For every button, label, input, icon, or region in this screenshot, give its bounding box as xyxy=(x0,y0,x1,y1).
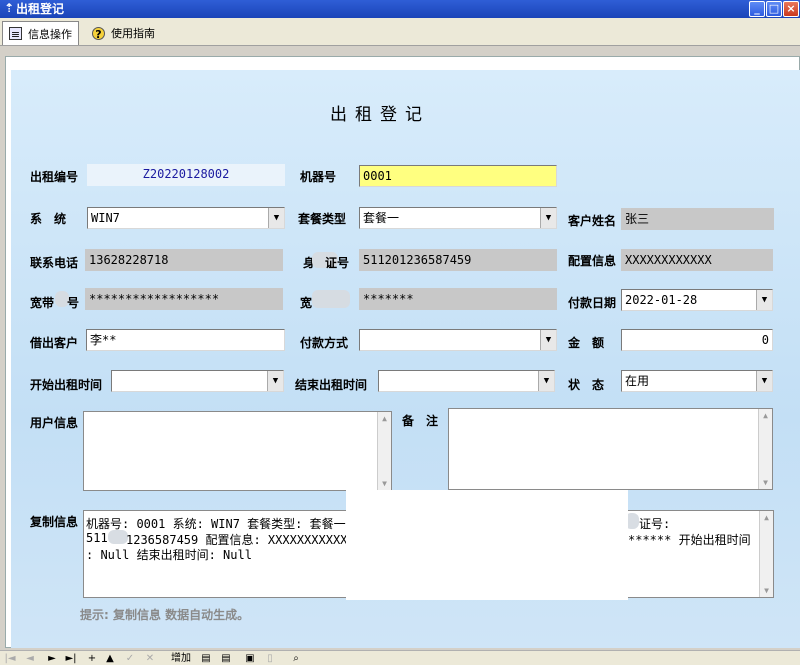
copy-info-label: 复制信息 xyxy=(30,515,79,529)
copy-info-line2c: ****** 开始出租时间 xyxy=(628,533,751,547)
phone-label: 联系电话 xyxy=(30,256,79,270)
rental-no-field[interactable]: Z20220128002 xyxy=(87,164,285,186)
chevron-down-icon[interactable]: ▼ xyxy=(268,208,284,228)
scroll-up-icon[interactable]: ▲ xyxy=(759,409,772,422)
first-record-icon[interactable]: |◄ xyxy=(4,652,16,665)
broadband-pwd-label-left: 宽 xyxy=(300,296,313,310)
start-time-picker[interactable]: ▼ xyxy=(111,370,284,392)
customer-name-label: 客户姓名 xyxy=(568,214,617,228)
title-bar: ⇡ 出租登记 _ □ × xyxy=(0,0,800,18)
id-no-label-right: 证号 xyxy=(325,256,350,270)
broadband-account-field[interactable]: ****************** xyxy=(85,288,283,310)
amount-label: 金 额 xyxy=(568,336,605,350)
blur-mask xyxy=(312,290,350,308)
scroll-down-icon[interactable]: ▼ xyxy=(759,476,772,489)
machine-no-label: 机器号 xyxy=(300,170,337,184)
prev-record-icon[interactable]: ◄ xyxy=(24,652,36,665)
id-no-field[interactable]: 511201236587459 xyxy=(359,249,557,271)
chevron-down-icon[interactable]: ▼ xyxy=(540,330,556,350)
remark-label: 备 注 xyxy=(402,414,439,428)
status-label: 状 态 xyxy=(568,378,605,392)
maximize-button[interactable]: □ xyxy=(766,1,782,17)
tab-label: 使用指南 xyxy=(111,27,155,40)
rental-no-label: 出租编号 xyxy=(30,170,79,184)
broadband-account-label-right: 号 xyxy=(67,296,80,310)
copy-icon[interactable]: ▣ xyxy=(244,652,256,665)
remark-textarea[interactable]: ▲ ▼ xyxy=(448,408,773,490)
app-icon: ⇡ xyxy=(3,1,15,15)
pay-date-picker[interactable]: 2022-01-28 ▼ xyxy=(621,289,773,311)
package-type-value: 套餐一 xyxy=(363,211,400,225)
chevron-down-icon[interactable]: ▼ xyxy=(756,371,772,391)
form-title: 出租登记 xyxy=(330,105,430,125)
user-info-label: 用户信息 xyxy=(30,416,79,430)
system-select[interactable]: WIN7 ▼ xyxy=(87,207,285,229)
copy-info-line1a: 机器号: 0001 系统: WIN7 套餐类型: 套餐一 xyxy=(86,517,346,531)
borrower-label: 借出客户 xyxy=(30,336,79,350)
tab-user-guide[interactable]: ? 使用指南 xyxy=(86,21,161,45)
chevron-down-icon[interactable]: ▼ xyxy=(538,371,554,391)
amount-input[interactable]: 0 xyxy=(621,329,773,351)
customer-name-field[interactable]: 张三 xyxy=(621,208,774,230)
scroll-up-icon[interactable]: ▲ xyxy=(760,511,773,524)
pay-date-value: 2022-01-28 xyxy=(625,293,698,307)
package-type-label: 套餐类型 xyxy=(298,212,347,226)
system-label: 系 统 xyxy=(30,212,67,226)
blur-mask xyxy=(108,530,128,544)
search-icon[interactable]: ⌕ xyxy=(290,652,302,665)
scroll-down-icon[interactable]: ▼ xyxy=(760,584,773,597)
window-title: 出租登记 xyxy=(16,2,65,16)
machine-no-input[interactable]: 0001 xyxy=(359,165,557,187)
status-select[interactable]: 在用 ▼ xyxy=(621,370,773,392)
user-info-textarea[interactable]: ▲ ▼ xyxy=(83,411,392,491)
broadband-pwd-field[interactable]: ******* xyxy=(359,288,557,310)
package-type-select[interactable]: 套餐一 ▼ xyxy=(359,207,557,229)
end-time-picker[interactable]: ▼ xyxy=(378,370,555,392)
add-button[interactable]: 增加 xyxy=(170,652,192,665)
paste-icon[interactable]: ▯ xyxy=(264,652,276,665)
chevron-down-icon[interactable]: ▼ xyxy=(267,371,283,391)
help-icon: ? xyxy=(92,26,105,41)
pay-method-label: 付款方式 xyxy=(300,336,349,350)
close-button[interactable]: × xyxy=(783,1,799,17)
record-toolbar: |◄ ◄ ► ►| + ▲ ✓ ✕ 增加 ▤ ▤ ▣ ▯ ⌕ xyxy=(0,650,800,665)
cancel-icon[interactable]: ✕ xyxy=(144,652,156,665)
next-record-icon[interactable]: ► xyxy=(46,652,58,665)
hint-text: 提示: 复制信息 数据自动生成。 xyxy=(80,608,250,622)
scroll-down-icon[interactable]: ▼ xyxy=(378,477,391,490)
pay-date-label: 付款日期 xyxy=(568,296,617,310)
scrollbar[interactable]: ▲ ▼ xyxy=(759,511,773,597)
phone-field[interactable]: 13628228718 xyxy=(85,249,283,271)
copy-info-line2a: 511 xyxy=(86,531,108,545)
scrollbar[interactable]: ▲ ▼ xyxy=(377,412,391,490)
chevron-down-icon[interactable]: ▼ xyxy=(756,290,772,310)
check-icon[interactable]: ✓ xyxy=(124,652,136,665)
copy-info-line1b: 证号: xyxy=(639,517,671,531)
minus-icon[interactable]: ▲ xyxy=(104,652,116,665)
start-time-label: 开始出租时间 xyxy=(30,378,103,392)
tab-bar: ≡ 信息操作 ? 使用指南 xyxy=(0,18,800,46)
end-time-label: 结束出租时间 xyxy=(295,378,368,392)
plus-icon[interactable]: + xyxy=(86,652,98,665)
redaction-block xyxy=(346,490,628,600)
last-record-icon[interactable]: ►| xyxy=(64,652,78,665)
book-icon: ≡ xyxy=(9,27,22,41)
minimize-button[interactable]: _ xyxy=(749,1,765,17)
system-value: WIN7 xyxy=(91,211,120,225)
config-info-label: 配置信息 xyxy=(568,254,617,268)
pay-method-select[interactable]: ▼ xyxy=(359,329,557,351)
print-icon[interactable]: ▤ xyxy=(200,652,212,665)
scroll-up-icon[interactable]: ▲ xyxy=(378,412,391,425)
broadband-account-label-left: 宽带 xyxy=(30,296,55,310)
scrollbar[interactable]: ▲ ▼ xyxy=(758,409,772,489)
borrower-input[interactable]: 李** xyxy=(86,329,285,351)
print-preview-icon[interactable]: ▤ xyxy=(220,652,232,665)
status-value: 在用 xyxy=(625,374,650,388)
chevron-down-icon[interactable]: ▼ xyxy=(540,208,556,228)
tab-info-operation[interactable]: ≡ 信息操作 xyxy=(2,21,79,45)
config-info-field[interactable]: XXXXXXXXXXXX xyxy=(621,249,773,271)
copy-info-line3: : Null 结束出租时间: Null xyxy=(86,548,252,562)
tab-label: 信息操作 xyxy=(28,27,72,41)
